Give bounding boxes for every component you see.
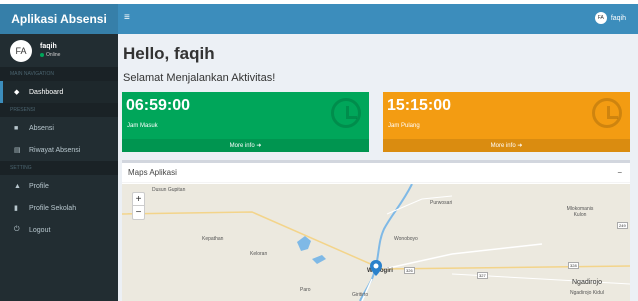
road-shield: 326	[404, 267, 415, 274]
sidebar: Aplikasi Absensi FA faqih Online MAIN NA…	[0, 4, 118, 301]
more-info-label: More info	[229, 142, 255, 149]
map-label: Keloran	[250, 251, 268, 257]
lake-shape-2	[312, 255, 326, 264]
sidebar-item-label: Logout	[29, 226, 51, 234]
road-shield: 328	[568, 262, 579, 269]
bookmark-icon: ▮	[14, 205, 18, 212]
map-label: Dusun Gupitan	[152, 187, 186, 193]
river-line	[359, 184, 413, 301]
sidebar-item-label: Profile Sekolah	[29, 204, 77, 212]
maps-panel: Maps Aplikasi − + − Dusun Gupitan Purwos…	[122, 160, 630, 301]
maps-panel-title: Maps Aplikasi	[128, 168, 177, 177]
avatar: FA	[10, 39, 32, 62]
map-label: Wonoboyo	[394, 236, 418, 242]
navbar-avatar: FA	[594, 12, 607, 24]
sidebar-item-dashboard[interactable]: ◆ Dashboard	[0, 81, 118, 103]
map-label: Paro	[300, 287, 311, 293]
sidebar-item-label: Dashboard	[29, 88, 64, 96]
sidebar-item-label: Riwayat Absensi	[29, 146, 81, 154]
jam-masuk-more-info-link[interactable]: More info ➜	[122, 139, 369, 152]
main-content: Hello, faqih Selamat Menjalankan Aktivit…	[118, 34, 638, 301]
info-box-jam-pulang: 15:15:00 Jam Pulang More info ➜	[383, 92, 630, 152]
more-info-label: More info	[490, 142, 516, 149]
sidebar-item-logout[interactable]: ⏻ Logout	[0, 219, 118, 241]
road-shield: 327	[477, 272, 488, 279]
menu-toggle-icon[interactable]: ≡	[124, 12, 130, 23]
jam-pulang-value: 15:15:00	[387, 97, 452, 114]
power-icon: ⏻	[14, 226, 20, 233]
nav-header-setting: SETTING	[0, 161, 118, 175]
app-logo[interactable]: Aplikasi Absensi	[0, 4, 118, 34]
map-zoom-control: + −	[132, 192, 145, 220]
user-info: faqih Online	[40, 43, 60, 58]
map-label: Ngadirojo Kidul	[570, 290, 604, 296]
map-label-city: Ngadirojo	[572, 279, 602, 286]
road	[383, 243, 543, 270]
arrow-circle-right-icon: ➜	[256, 143, 262, 149]
info-box-jam-masuk: 06:59:00 Jam Masuk More info ➜	[122, 92, 369, 152]
user-status-text: Online	[46, 52, 61, 58]
lake-shape	[297, 236, 311, 251]
sidebar-item-label: Profile	[29, 182, 49, 190]
map-label: Purwosari	[430, 200, 453, 206]
map-label: Kepathan	[202, 236, 224, 242]
maps-panel-header: Maps Aplikasi −	[122, 163, 630, 183]
book-icon: ▤	[14, 147, 21, 154]
online-dot-icon	[40, 53, 44, 57]
sidebar-item-label: Absensi	[29, 124, 54, 132]
user-panel: FA faqih Online	[0, 34, 118, 67]
map-marker-icon[interactable]	[370, 260, 382, 276]
map-label: Giritirto	[352, 292, 369, 298]
arrow-circle-right-icon: ➜	[517, 143, 523, 149]
camera-icon: ■	[14, 124, 19, 132]
jam-masuk-value: 06:59:00	[126, 97, 191, 114]
user-name: faqih	[40, 43, 57, 50]
collapse-button[interactable]: −	[617, 168, 622, 177]
sidebar-item-profile[interactable]: ▲ Profile	[0, 175, 118, 197]
page-title: Hello, faqih	[123, 44, 215, 63]
nav-header-main: MAIN NAVIGATION	[0, 67, 118, 81]
clock-icon	[592, 98, 622, 128]
top-navbar: ≡ FA faqih	[118, 4, 638, 34]
road-shield: 249	[617, 222, 628, 229]
navbar-user-menu[interactable]: FA faqih	[594, 12, 626, 24]
map-canvas	[122, 184, 630, 301]
navbar-user-name: faqih	[610, 14, 626, 22]
jam-pulang-more-info-link[interactable]: More info ➜	[383, 139, 630, 152]
zoom-in-button[interactable]: +	[133, 193, 144, 206]
page-subtitle: Selamat Menjalankan Aktivitas!	[123, 72, 276, 84]
zoom-out-button[interactable]: −	[133, 206, 144, 219]
clock-icon	[331, 98, 361, 128]
map-label: Mlokomanis Kulon	[566, 206, 594, 218]
user-icon: ▲	[14, 182, 21, 190]
sidebar-item-profile-sekolah[interactable]: ▮ Profile Sekolah	[0, 197, 118, 219]
map-view[interactable]: + − Dusun Gupitan Purwosari Mlokomanis K…	[122, 184, 630, 301]
nav-header-presensi: PRESENSI	[0, 103, 118, 117]
jam-masuk-label: Jam Masuk	[127, 123, 158, 129]
jam-pulang-label: Jam Pulang	[388, 123, 420, 129]
dashboard-icon: ◆	[14, 89, 20, 96]
sidebar-item-riwayat[interactable]: ▤ Riwayat Absensi	[0, 139, 118, 161]
user-status: Online	[40, 52, 60, 58]
sidebar-item-absensi[interactable]: ■ Absensi	[0, 117, 118, 139]
